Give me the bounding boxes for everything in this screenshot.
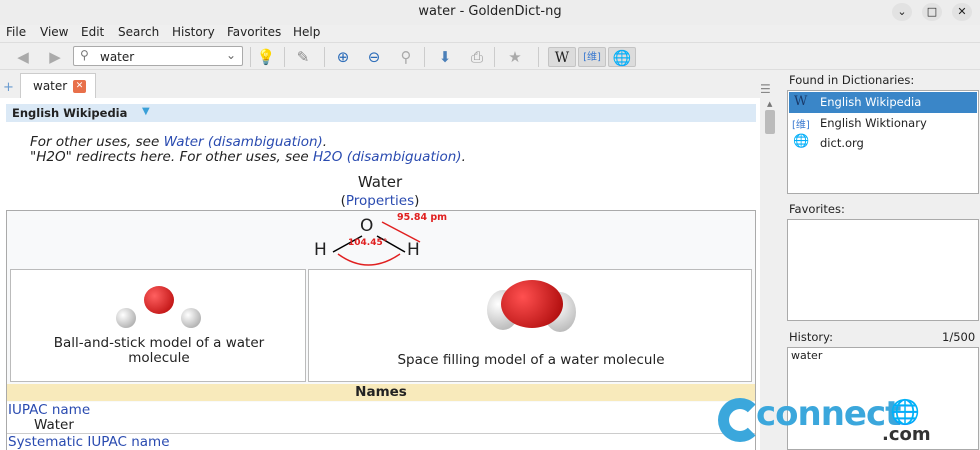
water-structure-diagram: O H H 95.84 pm 104.45° [310, 212, 460, 268]
menu-help[interactable]: Help [293, 25, 320, 39]
menu-file[interactable]: File [6, 25, 26, 39]
minimize-button[interactable]: ⌄ [892, 3, 912, 21]
menu-search[interactable]: Search [118, 25, 159, 39]
maximize-button[interactable]: □ [922, 3, 942, 21]
article-view: English Wikipedia ▼ For other uses, see … [0, 98, 760, 450]
title-bar: water - GoldenDict-ng ⌄ □ ✕ [0, 0, 980, 25]
ball-and-stick-caption: Ball-and-stick model of a water molecule [53, 335, 265, 366]
zoom-out-icon[interactable]: ⊖ [363, 47, 385, 67]
favorites-list[interactable] [787, 219, 979, 321]
favorites-label: Favorites: [789, 202, 845, 216]
names-header: Names [7, 384, 755, 401]
toolbar: ◀ ▶ ⚲ water ⌄ 💡 ✎ ⊕ ⊖ ⚲ ⬇ ⎙ ★ W [维] 🌐 [0, 42, 980, 70]
www-globe-icon: 🌐 [890, 398, 920, 426]
ball-and-stick-cell: Ball-and-stick model of a water molecule [10, 269, 306, 382]
wiktionary-icon: [维] [792, 120, 810, 131]
menu-edit[interactable]: Edit [81, 25, 104, 39]
properties: (Properties) [340, 193, 420, 209]
menu-view[interactable]: View [40, 25, 68, 39]
chevron-down-icon[interactable]: ⌄ [226, 48, 236, 62]
wikipedia-toggle-icon[interactable]: W [548, 47, 576, 67]
dictionary-item-english-wikipedia[interactable]: W English Wikipedia [789, 92, 977, 113]
search-icon: ⚲ [80, 48, 89, 62]
collapse-icon[interactable]: ▼ [142, 106, 150, 117]
dictionary-item-english-wiktionary[interactable]: [维] English Wiktionary [789, 113, 977, 133]
menu-bar: File View Edit Search History Favorites … [0, 25, 980, 41]
tab-list-icon[interactable]: ☰ [760, 82, 771, 96]
zoom-reset-icon[interactable]: ⚲ [395, 47, 417, 67]
search-value: water [100, 50, 135, 64]
close-tab-icon[interactable]: ✕ [73, 80, 86, 93]
iupac-name-link[interactable]: IUPAC name [8, 402, 90, 418]
dictionary-header: English Wikipedia ▼ [6, 104, 756, 122]
zoom-in-icon[interactable]: ⊕ [332, 47, 354, 67]
systematic-iupac-name-link[interactable]: Systematic IUPAC name [8, 434, 170, 450]
tab-label: water [33, 79, 68, 93]
save-icon[interactable]: ⬇ [434, 47, 456, 67]
ball-and-stick-image [144, 286, 174, 314]
space-filling-cell: Space filling model of a water molecule [308, 269, 752, 382]
dictionary-list: W English Wikipedia [维] English Wiktiona… [787, 90, 979, 194]
hatnote-2: "H2O" redirects here. For other uses, se… [30, 149, 466, 165]
iupac-name-value: Water [34, 417, 74, 433]
water-disambiguation-link[interactable]: Water (disambiguation) [164, 134, 323, 150]
forward-icon[interactable]: ▶ [44, 47, 66, 67]
history-item[interactable]: water [791, 349, 822, 362]
found-in-dictionaries-label: Found in Dictionaries: [789, 73, 915, 87]
scrollbar-thumb[interactable] [765, 110, 775, 134]
star-icon[interactable]: ★ [504, 47, 526, 67]
close-button[interactable]: ✕ [952, 3, 972, 21]
back-icon[interactable]: ◀ [12, 47, 34, 67]
infobox-title: Water [357, 173, 403, 191]
hatnote-1: For other uses, see Water (disambiguatio… [30, 134, 328, 150]
dictionary-item-dict-org[interactable]: 🌐 dict.org [789, 133, 977, 153]
scan-popup-icon[interactable]: ✎ [292, 47, 314, 67]
menu-favorites[interactable]: Favorites [227, 25, 281, 39]
wiktionary-toggle-icon[interactable]: [维] [578, 47, 606, 67]
h2o-disambiguation-link[interactable]: H2O (disambiguation) [313, 149, 462, 165]
globe-icon: 🌐 [793, 134, 810, 149]
print-icon[interactable]: ⎙ [466, 47, 488, 67]
wikipedia-icon: W [794, 94, 808, 109]
history-count: 1/500 [942, 330, 976, 344]
history-label: History: [789, 330, 833, 344]
dictorg-toggle-icon[interactable]: 🌐 [608, 47, 636, 67]
search-input[interactable]: ⚲ water ⌄ [73, 46, 243, 66]
properties-link[interactable]: Properties [346, 193, 414, 209]
tab-water[interactable]: water ✕ [20, 73, 96, 98]
space-filling-image [501, 280, 563, 328]
space-filling-caption: Space filling model of a water molecule [397, 352, 665, 368]
menu-history[interactable]: History [172, 25, 215, 39]
window-title: water - GoldenDict-ng [418, 4, 562, 19]
new-tab-icon[interactable]: + [3, 80, 14, 95]
dictionary-name: English Wikipedia [12, 106, 128, 120]
lightbulb-icon[interactable]: 💡 [255, 47, 277, 67]
connect-watermark-logo: connect 🌐 .com [718, 394, 948, 450]
